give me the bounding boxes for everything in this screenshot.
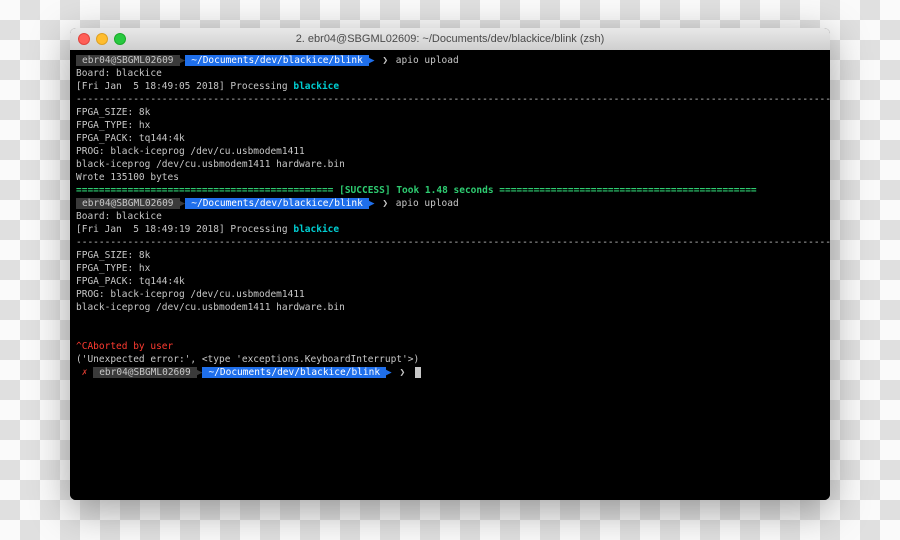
zoom-icon[interactable] xyxy=(114,33,126,45)
divider: ----------------------------------------… xyxy=(76,237,830,248)
prompt-path: ~/Documents/dev/blackice/blink xyxy=(202,367,386,378)
output-line: black-iceprog /dev/cu.usbmodem1411 hardw… xyxy=(76,159,345,170)
prompt-line: ebr04@SBGML02609 ▶~/Documents/dev/blackic… xyxy=(76,55,459,66)
target-name: blackice xyxy=(293,81,339,92)
output-line: [Fri Jan 5 18:49:19 2018] Processing bla… xyxy=(76,224,339,235)
minimize-icon[interactable] xyxy=(96,33,108,45)
close-icon[interactable] xyxy=(78,33,90,45)
error-line: ('Unexpected error:', <type 'exceptions.… xyxy=(76,354,419,365)
terminal-window: 2. ebr04@SBGML02609: ~/Documents/dev/bla… xyxy=(70,28,830,500)
output-line: Wrote 135100 bytes xyxy=(76,172,179,183)
output-line: black-iceprog /dev/cu.usbmodem1411 hardw… xyxy=(76,302,345,313)
prompt-chevron: ❯ xyxy=(398,367,408,378)
target-name: blackice xyxy=(293,224,339,235)
prompt-host: ebr04@SBGML02609 xyxy=(76,55,180,66)
command-text: apio upload xyxy=(396,198,459,209)
prompt-chevron: ❯ xyxy=(380,198,390,209)
command-text: apio upload xyxy=(396,55,459,66)
prompt-path: ~/Documents/dev/blackice/blink xyxy=(185,198,369,209)
window-controls xyxy=(70,33,126,45)
prompt-line: ebr04@SBGML02609 ▶~/Documents/dev/blackic… xyxy=(76,198,459,209)
output-line: FPGA_SIZE: 8k xyxy=(76,107,150,118)
divider: ----------------------------------------… xyxy=(76,94,830,105)
prompt-line: ✗ ebr04@SBGML02609 ▶~/Documents/dev/black… xyxy=(76,367,421,378)
abort-line: ^CAborted by user xyxy=(76,341,173,352)
sep-icon: ▶ xyxy=(369,198,375,209)
output-line: [Fri Jan 5 18:49:05 2018] Processing bla… xyxy=(76,81,339,92)
prompt-host: ebr04@SBGML02609 xyxy=(93,367,197,378)
sep-icon: ▶ xyxy=(369,55,375,66)
output-line: FPGA_SIZE: 8k xyxy=(76,250,150,261)
output-line: PROG: black-iceprog /dev/cu.usbmodem1411 xyxy=(76,289,305,300)
output-line: FPGA_TYPE: hx xyxy=(76,120,150,131)
output-line: PROG: black-iceprog /dev/cu.usbmodem1411 xyxy=(76,146,305,157)
titlebar[interactable]: 2. ebr04@SBGML02609: ~/Documents/dev/bla… xyxy=(70,28,830,50)
output-line: Board: blackice xyxy=(76,68,162,79)
terminal-body[interactable]: ebr04@SBGML02609▶~/Documents/dev/blackic… xyxy=(70,50,830,500)
prompt-host: ebr04@SBGML02609 xyxy=(76,198,180,209)
cursor-icon xyxy=(415,367,421,378)
output-line: Board: blackice xyxy=(76,211,162,222)
output-line: FPGA_TYPE: hx xyxy=(76,263,150,274)
success-bar: ========================================… xyxy=(76,185,757,196)
prompt-chevron: ❯ xyxy=(380,55,390,66)
prompt-path: ~/Documents/dev/blackice/blink xyxy=(185,55,369,66)
output-line: FPGA_PACK: tq144:4k xyxy=(76,276,185,287)
error-mark-icon: ✗ xyxy=(82,367,88,378)
sep-icon: ▶ xyxy=(386,367,392,378)
output-line: FPGA_PACK: tq144:4k xyxy=(76,133,185,144)
window-title: 2. ebr04@SBGML02609: ~/Documents/dev/bla… xyxy=(70,33,830,45)
